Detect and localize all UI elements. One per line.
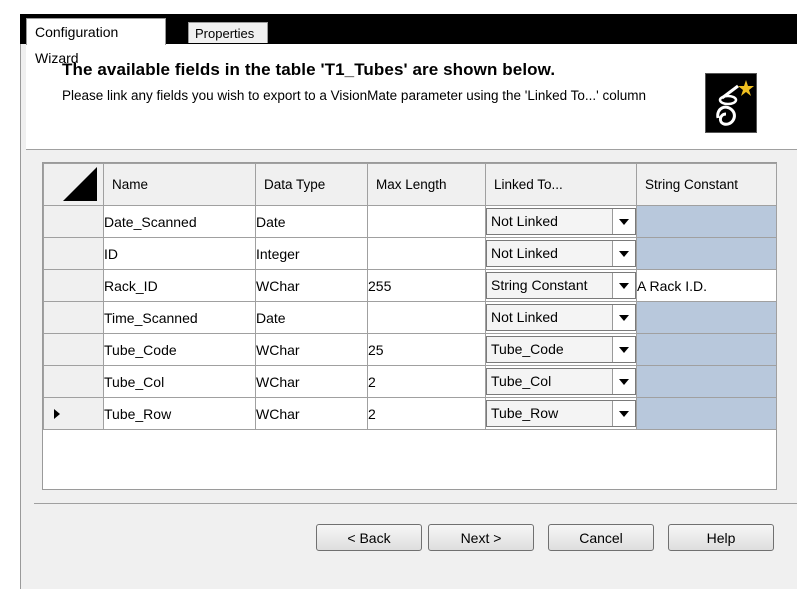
row-header[interactable] [43, 301, 104, 334]
chevron-down-icon[interactable] [612, 241, 635, 266]
chevron-down-icon[interactable] [612, 209, 635, 234]
cell-linked-to: String Constant [485, 269, 637, 302]
linked-to-value: String Constant [491, 277, 588, 293]
cell-string-constant [636, 333, 777, 366]
table-row[interactable]: Rack_ID WChar 255 String Constant A Rack I.D… [43, 269, 777, 302]
cell-max-length[interactable] [367, 205, 486, 238]
back-button[interactable]: < Back [316, 524, 422, 551]
tab-properties[interactable]: Properties [188, 22, 268, 43]
column-header-name[interactable]: Name [103, 163, 256, 206]
cell-linked-to: Not Linked [485, 301, 637, 334]
linked-to-combobox[interactable]: Tube_Row [486, 400, 636, 427]
column-header-data-type[interactable]: Data Type [255, 163, 368, 206]
linked-to-value: Not Linked [491, 309, 558, 325]
cell-name[interactable]: Tube_Code [103, 333, 256, 366]
cell-string-constant [636, 365, 777, 398]
linked-to-combobox[interactable]: Not Linked [486, 240, 636, 267]
row-header[interactable] [43, 333, 104, 366]
cell-data-type[interactable]: Date [255, 301, 368, 334]
linked-to-value: Not Linked [491, 245, 558, 261]
cell-data-type[interactable]: Integer [255, 237, 368, 270]
linked-to-combobox[interactable]: Tube_Col [486, 368, 636, 395]
cell-name[interactable]: Rack_ID [103, 269, 256, 302]
cell-max-length[interactable]: 2 [367, 397, 486, 430]
cell-linked-to: Not Linked [485, 205, 637, 238]
cell-linked-to: Tube_Row [485, 397, 637, 430]
cell-name[interactable]: ID [103, 237, 256, 270]
cell-name[interactable]: Date_Scanned [103, 205, 256, 238]
cell-string-constant [636, 301, 777, 334]
cell-name[interactable]: Tube_Col [103, 365, 256, 398]
row-header[interactable] [43, 237, 104, 270]
linked-to-combobox[interactable]: Tube_Code [486, 336, 636, 363]
cell-linked-to: Not Linked [485, 237, 637, 270]
linked-to-combobox[interactable]: Not Linked [486, 304, 636, 331]
cell-max-length[interactable]: 255 [367, 269, 486, 302]
row-header[interactable] [43, 269, 104, 302]
linked-to-value: Tube_Col [491, 373, 552, 389]
table-row[interactable]: Tube_Code WChar 25 Tube_Code [43, 333, 777, 366]
cell-data-type[interactable]: WChar [255, 365, 368, 398]
help-button[interactable]: Help [668, 524, 774, 551]
chevron-down-icon[interactable] [612, 273, 635, 298]
cell-max-length[interactable] [367, 301, 486, 334]
column-header-max-length[interactable]: Max Length [367, 163, 486, 206]
linked-to-value: Tube_Row [491, 405, 559, 421]
cell-string-constant [636, 237, 777, 270]
cell-data-type[interactable]: WChar [255, 269, 368, 302]
cell-linked-to: Tube_Code [485, 333, 637, 366]
cell-data-type[interactable]: WChar [255, 333, 368, 366]
cell-string-constant [636, 205, 777, 238]
cell-max-length[interactable]: 25 [367, 333, 486, 366]
linked-to-value: Tube_Code [491, 341, 564, 357]
cell-name[interactable]: Tube_Row [103, 397, 256, 430]
fields-grid: Name Data Type Max Length Linked To... S… [43, 163, 777, 430]
table-row[interactable]: ID Integer Not Linked [43, 237, 777, 270]
table-row[interactable]: Date_Scanned Date Not Linked [43, 205, 777, 238]
cell-name[interactable]: Time_Scanned [103, 301, 256, 334]
cell-string-constant [636, 397, 777, 430]
linked-to-combobox[interactable]: Not Linked [486, 208, 636, 235]
cell-string-constant[interactable]: A Rack I.D. [636, 269, 777, 302]
cell-data-type[interactable]: WChar [255, 397, 368, 430]
table-row[interactable]: Time_Scanned Date Not Linked [43, 301, 777, 334]
footer-separator [34, 503, 797, 504]
chevron-down-icon[interactable] [612, 401, 635, 426]
cell-data-type[interactable]: Date [255, 205, 368, 238]
chevron-down-icon[interactable] [612, 369, 635, 394]
linked-to-combobox[interactable]: String Constant [486, 272, 636, 299]
cell-linked-to: Tube_Col [485, 365, 637, 398]
row-header[interactable] [43, 397, 104, 430]
row-header[interactable] [43, 365, 104, 398]
header-separator [26, 149, 797, 150]
chevron-down-icon[interactable] [612, 305, 635, 330]
cancel-button[interactable]: Cancel [548, 524, 654, 551]
table-row[interactable]: Tube_Row WChar 2 Tube_Row [43, 397, 777, 430]
grid-select-all-corner[interactable] [43, 163, 104, 206]
current-row-arrow-icon [54, 409, 60, 419]
cell-max-length[interactable]: 2 [367, 365, 486, 398]
column-header-string-constant[interactable]: String Constant [636, 163, 777, 206]
linked-to-value: Not Linked [491, 213, 558, 229]
tab-configuration-wizard[interactable]: Configuration Wizard [26, 18, 166, 66]
page-description: Please link any fields you wish to expor… [62, 88, 646, 103]
page-title: The available fields in the table 'T1_Tu… [62, 60, 556, 79]
wizard-wand-icon [705, 73, 757, 133]
next-button[interactable]: Next > [428, 524, 534, 551]
table-row[interactable]: Tube_Col WChar 2 Tube_Col [43, 365, 777, 398]
chevron-down-icon[interactable] [612, 337, 635, 362]
column-header-linked-to[interactable]: Linked To... [485, 163, 637, 206]
row-header[interactable] [43, 205, 104, 238]
cell-max-length[interactable] [367, 237, 486, 270]
